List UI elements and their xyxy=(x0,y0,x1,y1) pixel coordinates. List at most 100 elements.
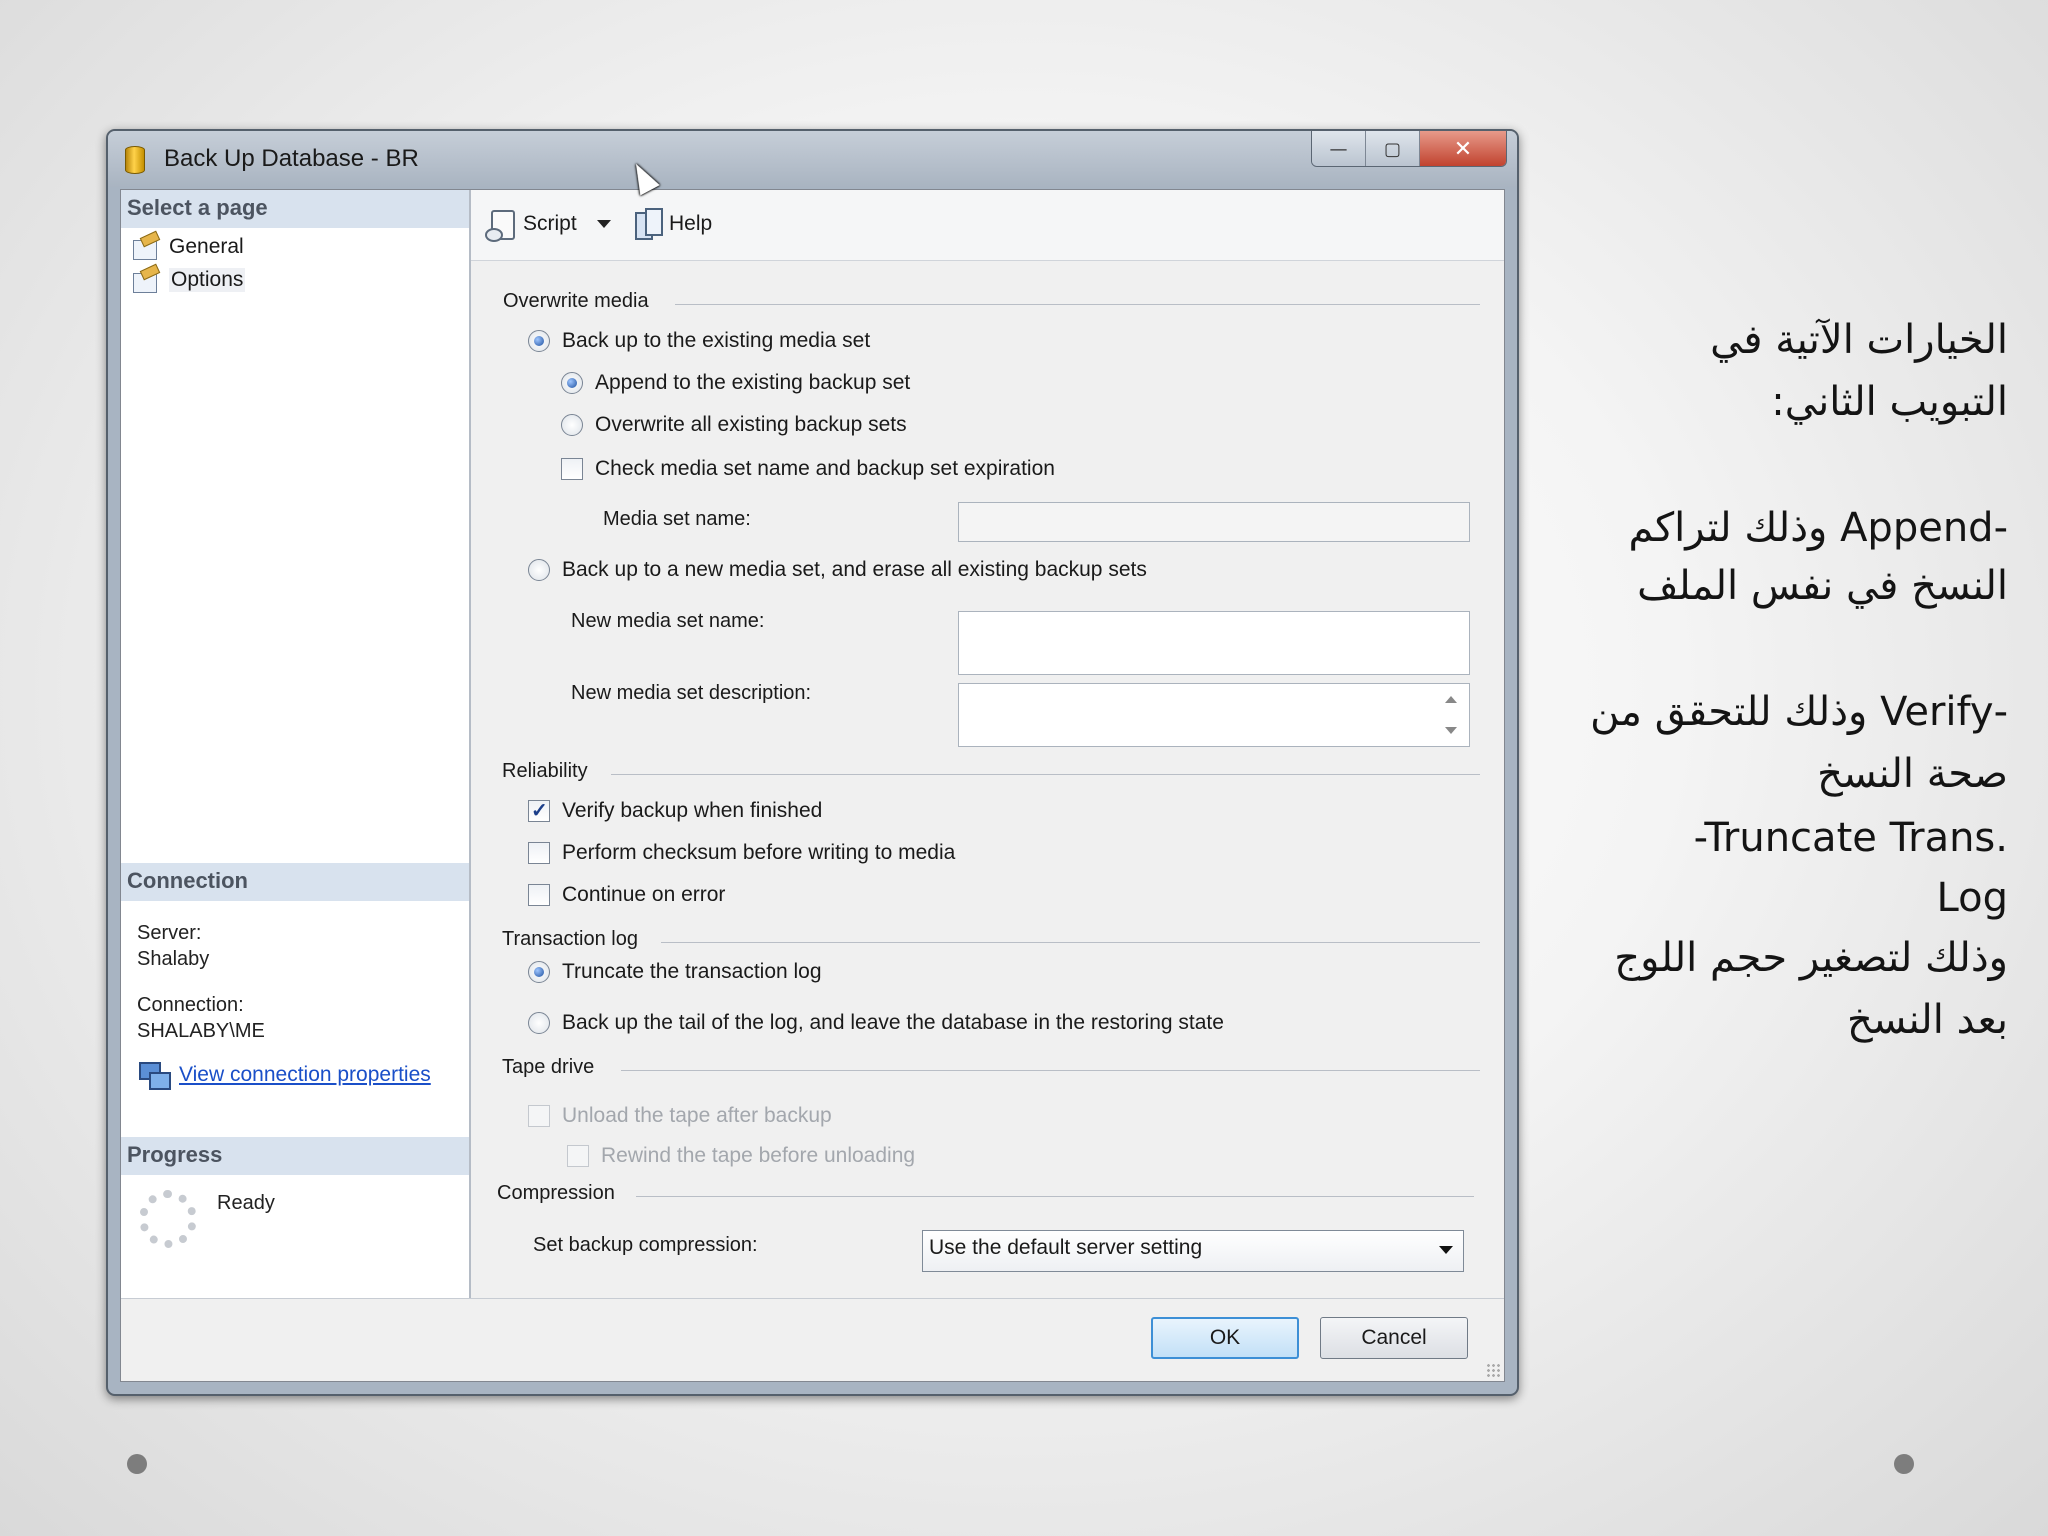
resize-grip-icon[interactable] xyxy=(1486,1363,1500,1377)
minimize-button[interactable]: — xyxy=(1312,131,1366,166)
connection-properties-icon xyxy=(137,1060,171,1090)
reliability-header: Reliability xyxy=(502,760,588,782)
rewind-tape-option: Rewind the tape before unloading xyxy=(567,1144,915,1168)
scroll-down-icon[interactable] xyxy=(1445,727,1457,734)
new-media-set-option[interactable]: Back up to a new media set, and erase al… xyxy=(528,558,1147,582)
group-divider xyxy=(675,304,1480,305)
compression-header: Compression xyxy=(497,1182,615,1204)
media-set-name-input[interactable] xyxy=(958,502,1470,542)
backup-database-dialog: Back Up Database - BR — ▢ ✕ Select a pag… xyxy=(106,129,1519,1396)
toolbar: Script Help xyxy=(471,190,1504,261)
window-title: Back Up Database - BR xyxy=(164,145,419,172)
backup-compression-select[interactable]: Use the default server setting xyxy=(922,1230,1464,1272)
new-media-set-name-input[interactable] xyxy=(958,611,1470,675)
slide-note-line: الخيارات الآتية في xyxy=(1710,317,2008,363)
check-media-label: Check media set name and backup set expi… xyxy=(595,457,1055,480)
backup-compression-value: Use the default server setting xyxy=(929,1236,1203,1259)
continue-on-error-label: Continue on error xyxy=(562,883,726,906)
database-icon xyxy=(125,146,145,174)
select-page-header: Select a page xyxy=(121,190,469,228)
slide-note-line: وذلك لتصغير حجم اللوج xyxy=(1614,935,2008,981)
checksum-option[interactable]: Perform checksum before writing to media xyxy=(528,841,955,865)
truncate-log-option[interactable]: Truncate the transaction log xyxy=(528,960,822,984)
radio-button[interactable] xyxy=(528,1012,550,1034)
overwrite-backup-sets-option[interactable]: Overwrite all existing backup sets xyxy=(561,413,907,437)
append-backup-set-option[interactable]: Append to the existing backup set xyxy=(561,371,910,395)
server-label: Server: xyxy=(137,922,202,944)
window-controls: — ▢ ✕ xyxy=(1311,131,1507,167)
slide-note-line: بعد النسخ xyxy=(1846,997,2008,1043)
new-media-set-description-label: New media set description: xyxy=(571,682,812,704)
connection-value: SHALABY\ME xyxy=(137,1020,265,1042)
group-divider xyxy=(661,942,1480,943)
radio-button[interactable] xyxy=(561,372,583,394)
backup-tail-option[interactable]: Back up the tail of the log, and leave t… xyxy=(528,1011,1224,1035)
radio-button[interactable] xyxy=(561,414,583,436)
checkbox[interactable] xyxy=(528,842,550,864)
radio-button[interactable] xyxy=(528,559,550,581)
new-media-set-description-input[interactable] xyxy=(958,683,1470,747)
radio-button[interactable] xyxy=(528,961,550,983)
dialog-footer: OK Cancel xyxy=(121,1298,1504,1381)
unload-tape-option: Unload the tape after backup xyxy=(528,1104,832,1128)
view-connection-properties[interactable]: View connection properties xyxy=(137,1060,431,1090)
tape-drive-header: Tape drive xyxy=(502,1056,595,1078)
media-set-name-label: Media set name: xyxy=(603,508,751,530)
server-value: Shalaby xyxy=(137,948,210,970)
backup-tail-label: Back up the tail of the log, and leave t… xyxy=(562,1011,1224,1034)
ok-button[interactable]: OK xyxy=(1151,1317,1299,1359)
checkbox[interactable] xyxy=(528,798,550,823)
check-media-set-option[interactable]: Check media set name and backup set expi… xyxy=(561,457,1055,481)
close-button[interactable]: ✕ xyxy=(1420,131,1506,166)
help-button[interactable]: Help xyxy=(631,206,712,242)
slide-note-line: -Truncate Trans. xyxy=(1693,815,2008,861)
title-bar[interactable]: Back Up Database - BR — ▢ ✕ xyxy=(108,131,1517,187)
continue-on-error-option[interactable]: Continue on error xyxy=(528,883,725,907)
unload-tape-label: Unload the tape after backup xyxy=(562,1104,832,1127)
page-item-label: Options xyxy=(169,268,246,292)
overwrite-media-header: Overwrite media xyxy=(503,290,649,312)
dialog-client-area: Select a page General Options Connection… xyxy=(120,189,1505,1382)
slide-bullet-icon xyxy=(1894,1454,1914,1474)
progress-header: Progress xyxy=(121,1137,469,1175)
slide-note-line: التبويب الثاني: xyxy=(1771,379,2008,425)
connection-label: Connection: xyxy=(137,994,244,1016)
slide-bullet-icon xyxy=(127,1454,147,1474)
rewind-tape-label: Rewind the tape before unloading xyxy=(601,1144,916,1167)
group-divider xyxy=(636,1196,1474,1197)
transaction-log-header: Transaction log xyxy=(502,928,638,950)
left-pane: Select a page General Options Connection… xyxy=(121,190,471,1298)
verify-backup-label: Verify backup when finished xyxy=(562,799,823,822)
options-pane: Script Help Overwrite media Back up to t… xyxy=(471,190,1504,1298)
group-divider xyxy=(611,774,1480,775)
properties-page-icon xyxy=(131,267,161,293)
help-book-icon xyxy=(631,208,663,240)
append-label: Append to the existing backup set xyxy=(595,371,911,394)
slide-note-line: النسخ في نفس الملف xyxy=(1637,563,2008,609)
scroll-up-icon[interactable] xyxy=(1445,696,1457,703)
slide-note-line: صحة النسخ xyxy=(1817,751,2008,797)
new-media-set-name-label: New media set name: xyxy=(571,610,765,632)
radio-button[interactable] xyxy=(528,330,550,352)
cancel-button[interactable]: Cancel xyxy=(1320,1317,1468,1359)
maximize-button[interactable]: ▢ xyxy=(1366,131,1420,166)
backup-compression-label: Set backup compression: xyxy=(533,1234,758,1256)
existing-media-set-option[interactable]: Back up to the existing media set xyxy=(528,329,870,353)
view-connection-properties-link[interactable]: View connection properties xyxy=(179,1063,431,1087)
chevron-down-icon[interactable] xyxy=(1439,1246,1453,1254)
checkbox[interactable] xyxy=(528,884,550,906)
page-item-general[interactable]: General xyxy=(131,232,244,262)
progress-status: Ready xyxy=(217,1192,275,1214)
slide-note-line: Log xyxy=(1936,875,2008,921)
script-icon xyxy=(485,208,517,242)
checkbox[interactable] xyxy=(561,458,583,480)
checkbox xyxy=(528,1105,550,1127)
group-divider xyxy=(621,1070,1480,1071)
script-button[interactable]: Script xyxy=(485,206,611,242)
truncate-log-label: Truncate the transaction log xyxy=(562,960,822,983)
chevron-down-icon[interactable] xyxy=(596,220,611,228)
verify-backup-option[interactable]: Verify backup when finished xyxy=(528,798,823,823)
page-item-options[interactable]: Options xyxy=(131,265,246,295)
checksum-label: Perform checksum before writing to media xyxy=(562,841,956,864)
progress-spinner-icon xyxy=(139,1190,197,1248)
